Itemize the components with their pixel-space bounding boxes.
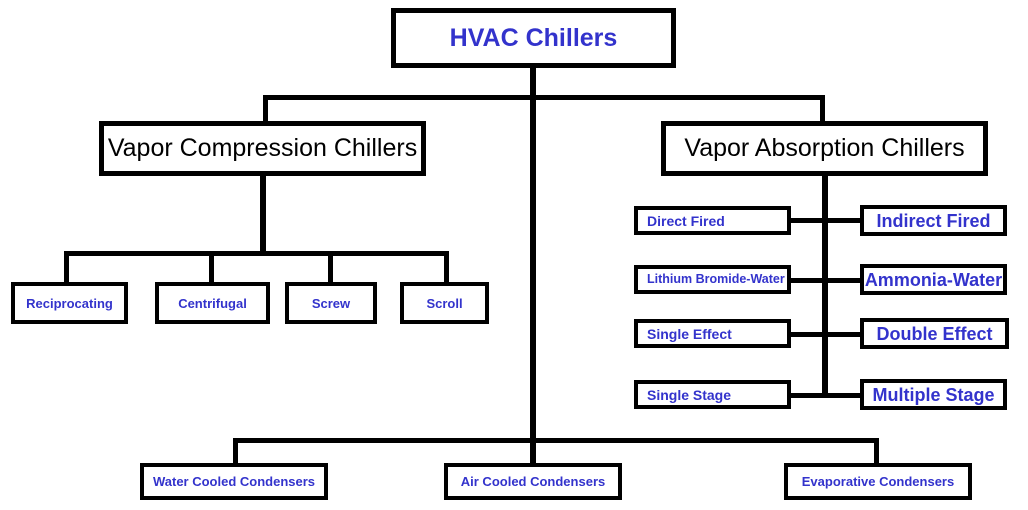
node-label: Indirect Fired <box>876 210 991 231</box>
connector-vc-bus <box>64 251 449 256</box>
connector-va-row4-left <box>790 393 826 398</box>
node-indirect-fired[interactable]: Indirect Fired <box>860 205 1007 236</box>
connector-condenser-drop-air <box>530 438 536 464</box>
node-label: Vapor Absorption Chillers <box>684 134 965 162</box>
connector-va-row1-right <box>822 218 864 223</box>
node-label: Single Stage <box>647 386 732 403</box>
connector-va-spine <box>822 175 828 398</box>
node-vapor-compression-chillers[interactable]: Vapor Compression Chillers <box>99 121 426 176</box>
node-screw[interactable]: Screw <box>285 282 377 324</box>
node-label: HVAC Chillers <box>449 23 618 52</box>
connector-central-spine <box>530 95 536 443</box>
connector-top-bus <box>263 95 825 100</box>
node-scroll[interactable]: Scroll <box>400 282 489 324</box>
node-reciprocating[interactable]: Reciprocating <box>11 282 128 324</box>
node-air-cooled-condensers[interactable]: Air Cooled Condensers <box>444 463 622 500</box>
node-water-cooled-condensers[interactable]: Water Cooled Condensers <box>140 463 328 500</box>
node-label: Evaporative Condensers <box>801 474 955 489</box>
node-evaporative-condensers[interactable]: Evaporative Condensers <box>784 463 972 500</box>
node-lithium-bromide-water[interactable]: Lithium Bromide-Water <box>634 265 791 294</box>
connector-va-row4-right <box>822 393 864 398</box>
node-centrifugal[interactable]: Centrifugal <box>155 282 270 324</box>
connector-condenser-drop-water <box>233 438 238 464</box>
connector-vc-drop-screw <box>328 251 333 282</box>
node-label: Double Effect <box>876 323 993 344</box>
connector-va-row1-left <box>790 218 826 223</box>
connector-va-row2-right <box>822 278 864 283</box>
connector-vc-drop-centrifugal <box>209 251 214 282</box>
node-label: Single Effect <box>647 325 732 342</box>
node-label: Screw <box>311 295 351 311</box>
node-ammonia-water[interactable]: Ammonia-Water <box>860 264 1007 295</box>
node-label: Ammonia-Water <box>864 269 1003 290</box>
connector-top-bus-right-drop <box>820 95 825 122</box>
connector-vc-drop-scroll <box>444 251 449 282</box>
connector-condenser-bus <box>233 438 879 443</box>
connector-vc-drop-reciprocating <box>64 251 69 282</box>
connector-va-row3-right <box>822 332 864 337</box>
node-label: Reciprocating <box>26 295 113 311</box>
node-label: Centrifugal <box>178 295 247 311</box>
hvac-chillers-diagram: HVAC Chillers Vapor Compression Chillers… <box>0 0 1028 510</box>
connector-vc-stem <box>260 175 266 253</box>
connector-condenser-drop-evaporative <box>874 438 879 464</box>
node-label: Air Cooled Condensers <box>460 474 606 489</box>
node-label: Lithium Bromide-Water <box>647 272 785 287</box>
node-label: Multiple Stage <box>872 384 995 405</box>
connector-va-row3-left <box>790 332 826 337</box>
node-label: Water Cooled Condensers <box>152 474 316 489</box>
node-label: Scroll <box>426 295 463 311</box>
node-root-hvac-chillers[interactable]: HVAC Chillers <box>391 8 676 68</box>
node-single-stage[interactable]: Single Stage <box>634 380 791 409</box>
node-double-effect[interactable]: Double Effect <box>860 318 1009 349</box>
node-label: Vapor Compression Chillers <box>107 134 418 162</box>
node-vapor-absorption-chillers[interactable]: Vapor Absorption Chillers <box>661 121 988 176</box>
connector-va-row2-left <box>790 278 826 283</box>
node-label: Direct Fired <box>647 212 725 229</box>
node-single-effect[interactable]: Single Effect <box>634 319 791 348</box>
node-multiple-stage[interactable]: Multiple Stage <box>860 379 1007 410</box>
node-direct-fired[interactable]: Direct Fired <box>634 206 791 235</box>
connector-top-bus-left-drop <box>263 95 268 122</box>
